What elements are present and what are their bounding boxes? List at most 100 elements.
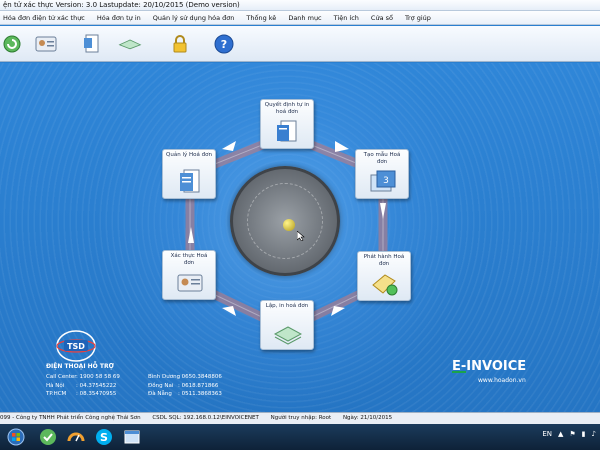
status-database: CSDL SQL: 192.168.0.12\EINVOICENET — [152, 415, 259, 421]
start-button[interactable] — [4, 426, 28, 448]
node-quyet-dinh[interactable]: Quyết định tự in hoá đơn — [260, 99, 314, 149]
workflow-desktop: Quyết định tự in hoá đơn Tạo mẫu Hoá đơn… — [0, 63, 600, 412]
green-app-icon — [40, 429, 56, 445]
customer-button[interactable] — [34, 32, 58, 56]
lock-icon — [173, 35, 187, 53]
menu-item-cua-so[interactable]: Cửa sổ — [371, 14, 393, 22]
support-key: Call Center — [46, 374, 77, 380]
verify-icon — [177, 274, 203, 292]
node-label: Quyết định tự in hoá đơn — [264, 102, 310, 115]
support-key: Bình Dương — [148, 374, 181, 380]
arrow-1 — [335, 141, 349, 152]
manage-icon — [180, 169, 200, 193]
paper-stack-button[interactable] — [118, 32, 142, 56]
language-indicator[interactable]: EN — [542, 430, 552, 438]
svg-text:TSD: TSD — [67, 342, 85, 351]
window-titlebar: ện tử xác thực Version: 3.0 Lastupdate: … — [0, 0, 600, 11]
support-row: TP.HCM : 08.35470955 — [46, 390, 120, 399]
svg-text:?: ? — [221, 38, 227, 51]
node-label: Quản lý Hoá đơn — [166, 152, 212, 158]
support-key: Đồng Nai — [148, 382, 174, 389]
decision-icon — [277, 120, 297, 142]
support-left-column: Call Center: 1900 58 58 69 Hà Nội : 04.37… — [46, 373, 120, 399]
support-value: : 0618.871866 — [178, 382, 219, 389]
support-row: Hà Nội : 04.37545222 — [46, 382, 120, 391]
node-label: Tạo mẫu Hoá đơn — [363, 152, 401, 165]
center-seal-emblem — [230, 166, 340, 276]
support-value: : 04.37545222 — [76, 382, 117, 389]
help-button[interactable]: ? — [212, 32, 236, 56]
mouse-cursor-icon — [297, 231, 305, 241]
node-tao-mau[interactable]: Tạo mẫu Hoá đơn 3 — [355, 149, 409, 199]
support-value: : 0511.3868363 — [178, 391, 222, 397]
support-key: TP.HCM — [46, 391, 67, 397]
node-label: Xác thực Hoá đơn — [170, 253, 208, 266]
status-bar: 099 - Công ty TNHH Phát triển Công nghệ … — [0, 412, 600, 424]
node-label: Phát hành Hoá đơn — [363, 254, 405, 267]
paper-stack-icon — [118, 39, 142, 50]
refresh-icon — [3, 35, 21, 53]
einvoice-text: E-INVOICE — [452, 359, 526, 373]
menu-item-thong-ke[interactable]: Thống kê — [246, 14, 276, 22]
window-title: ện tử xác thực Version: 3.0 Lastupdate: … — [3, 1, 240, 9]
support-value: : 1900 58 58 69 — [76, 374, 120, 380]
einvoice-logo: E-INVOICE — [452, 359, 526, 373]
support-key: Hà Nội — [46, 382, 65, 389]
taskbar-app-gauge[interactable] — [64, 426, 88, 448]
menu-item-hoa-don-xac-thuc[interactable]: Hóa đơn điện tử xác thực — [3, 14, 85, 22]
support-value: : 08.35470955 — [76, 391, 117, 397]
menu-bar: Hóa đơn điện tử xác thực Hóa đơn tự in Q… — [0, 11, 600, 25]
node-label: Lập, in hoá đơn — [265, 303, 309, 309]
status-user: Người truy nhập: Root — [270, 415, 332, 421]
tray-flag-icon[interactable]: ⚑ — [569, 430, 575, 438]
status-date: Ngày: 21/10/2015 — [342, 415, 393, 421]
svg-text:S: S — [100, 431, 108, 444]
id-card-icon — [35, 36, 57, 52]
gauge-app-icon — [67, 432, 85, 442]
menu-item-hoa-don-tu-in[interactable]: Hóa đơn tự in — [97, 14, 141, 22]
taskbar: S EN ▲ ⚑ ▮ ♪ — [0, 424, 600, 450]
help-icon: ? — [214, 34, 234, 54]
refresh-button[interactable] — [0, 32, 24, 56]
node-lap-in[interactable]: Lập, in hoá đơn — [260, 300, 314, 350]
support-right-column: Bình Dương: 0650.3848806 Đồng Nai : 0618.… — [148, 373, 222, 399]
document-icon — [84, 34, 99, 53]
einvoice-url: www.hoadon.vn — [478, 377, 526, 384]
node-phat-hanh[interactable]: Phát hành Hoá đơn — [357, 251, 411, 301]
arrow-6 — [222, 141, 236, 151]
taskbar-app-window[interactable] — [120, 426, 144, 448]
status-company: 099 - Công ty TNHH Phát triển Công nghệ … — [0, 415, 141, 421]
support-panel: ĐIỆN THOẠI HỖ TRỢ Call Center: 1900 58 5… — [46, 363, 346, 397]
window-app-icon — [124, 430, 140, 444]
support-row: Đồng Nai : 0618.871866 — [148, 382, 222, 391]
support-title: ĐIỆN THOẠI HỖ TRỢ — [46, 363, 114, 370]
taskbar-app-green[interactable] — [36, 426, 60, 448]
tray-arrow-icon[interactable]: ▲ — [558, 430, 563, 438]
support-value: : 0650.3848806 — [178, 374, 222, 380]
support-row: Bình Dương: 0650.3848806 — [148, 373, 222, 382]
tsd-logo: TSD — [56, 330, 96, 362]
document-button[interactable] — [80, 32, 104, 56]
lock-button[interactable] — [168, 32, 192, 56]
skype-icon: S — [96, 429, 112, 445]
menu-item-tro-giup[interactable]: Trợ giúp — [405, 14, 431, 22]
windows-start-icon — [7, 428, 25, 446]
menu-item-tien-ich[interactable]: Tiện ích — [334, 14, 359, 22]
system-tray: EN ▲ ⚑ ▮ ♪ — [536, 430, 596, 438]
support-row: Đà Nẵng : 0511.3868363 — [148, 390, 222, 399]
toolbar: ? — [0, 26, 600, 62]
support-key: Đà Nẵng — [148, 391, 172, 397]
seal-center-dot — [283, 219, 295, 231]
support-row: Call Center: 1900 58 58 69 — [46, 373, 120, 382]
svg-text:3: 3 — [383, 176, 389, 186]
publish-icon — [372, 274, 398, 296]
node-quan-ly[interactable]: Quản lý Hoá đơn — [162, 149, 216, 199]
template-icon: 3 — [370, 170, 396, 192]
node-xac-thuc[interactable]: Xác thực Hoá đơn — [162, 250, 216, 300]
print-icon — [274, 326, 302, 345]
taskbar-app-skype[interactable]: S — [92, 426, 116, 448]
tray-volume-icon[interactable]: ♪ — [592, 430, 596, 438]
menu-item-quan-ly-su-dung[interactable]: Quản lý sử dụng hóa đơn — [153, 14, 235, 22]
tray-network-icon[interactable]: ▮ — [582, 430, 586, 438]
menu-item-danh-muc[interactable]: Danh mục — [288, 14, 321, 22]
